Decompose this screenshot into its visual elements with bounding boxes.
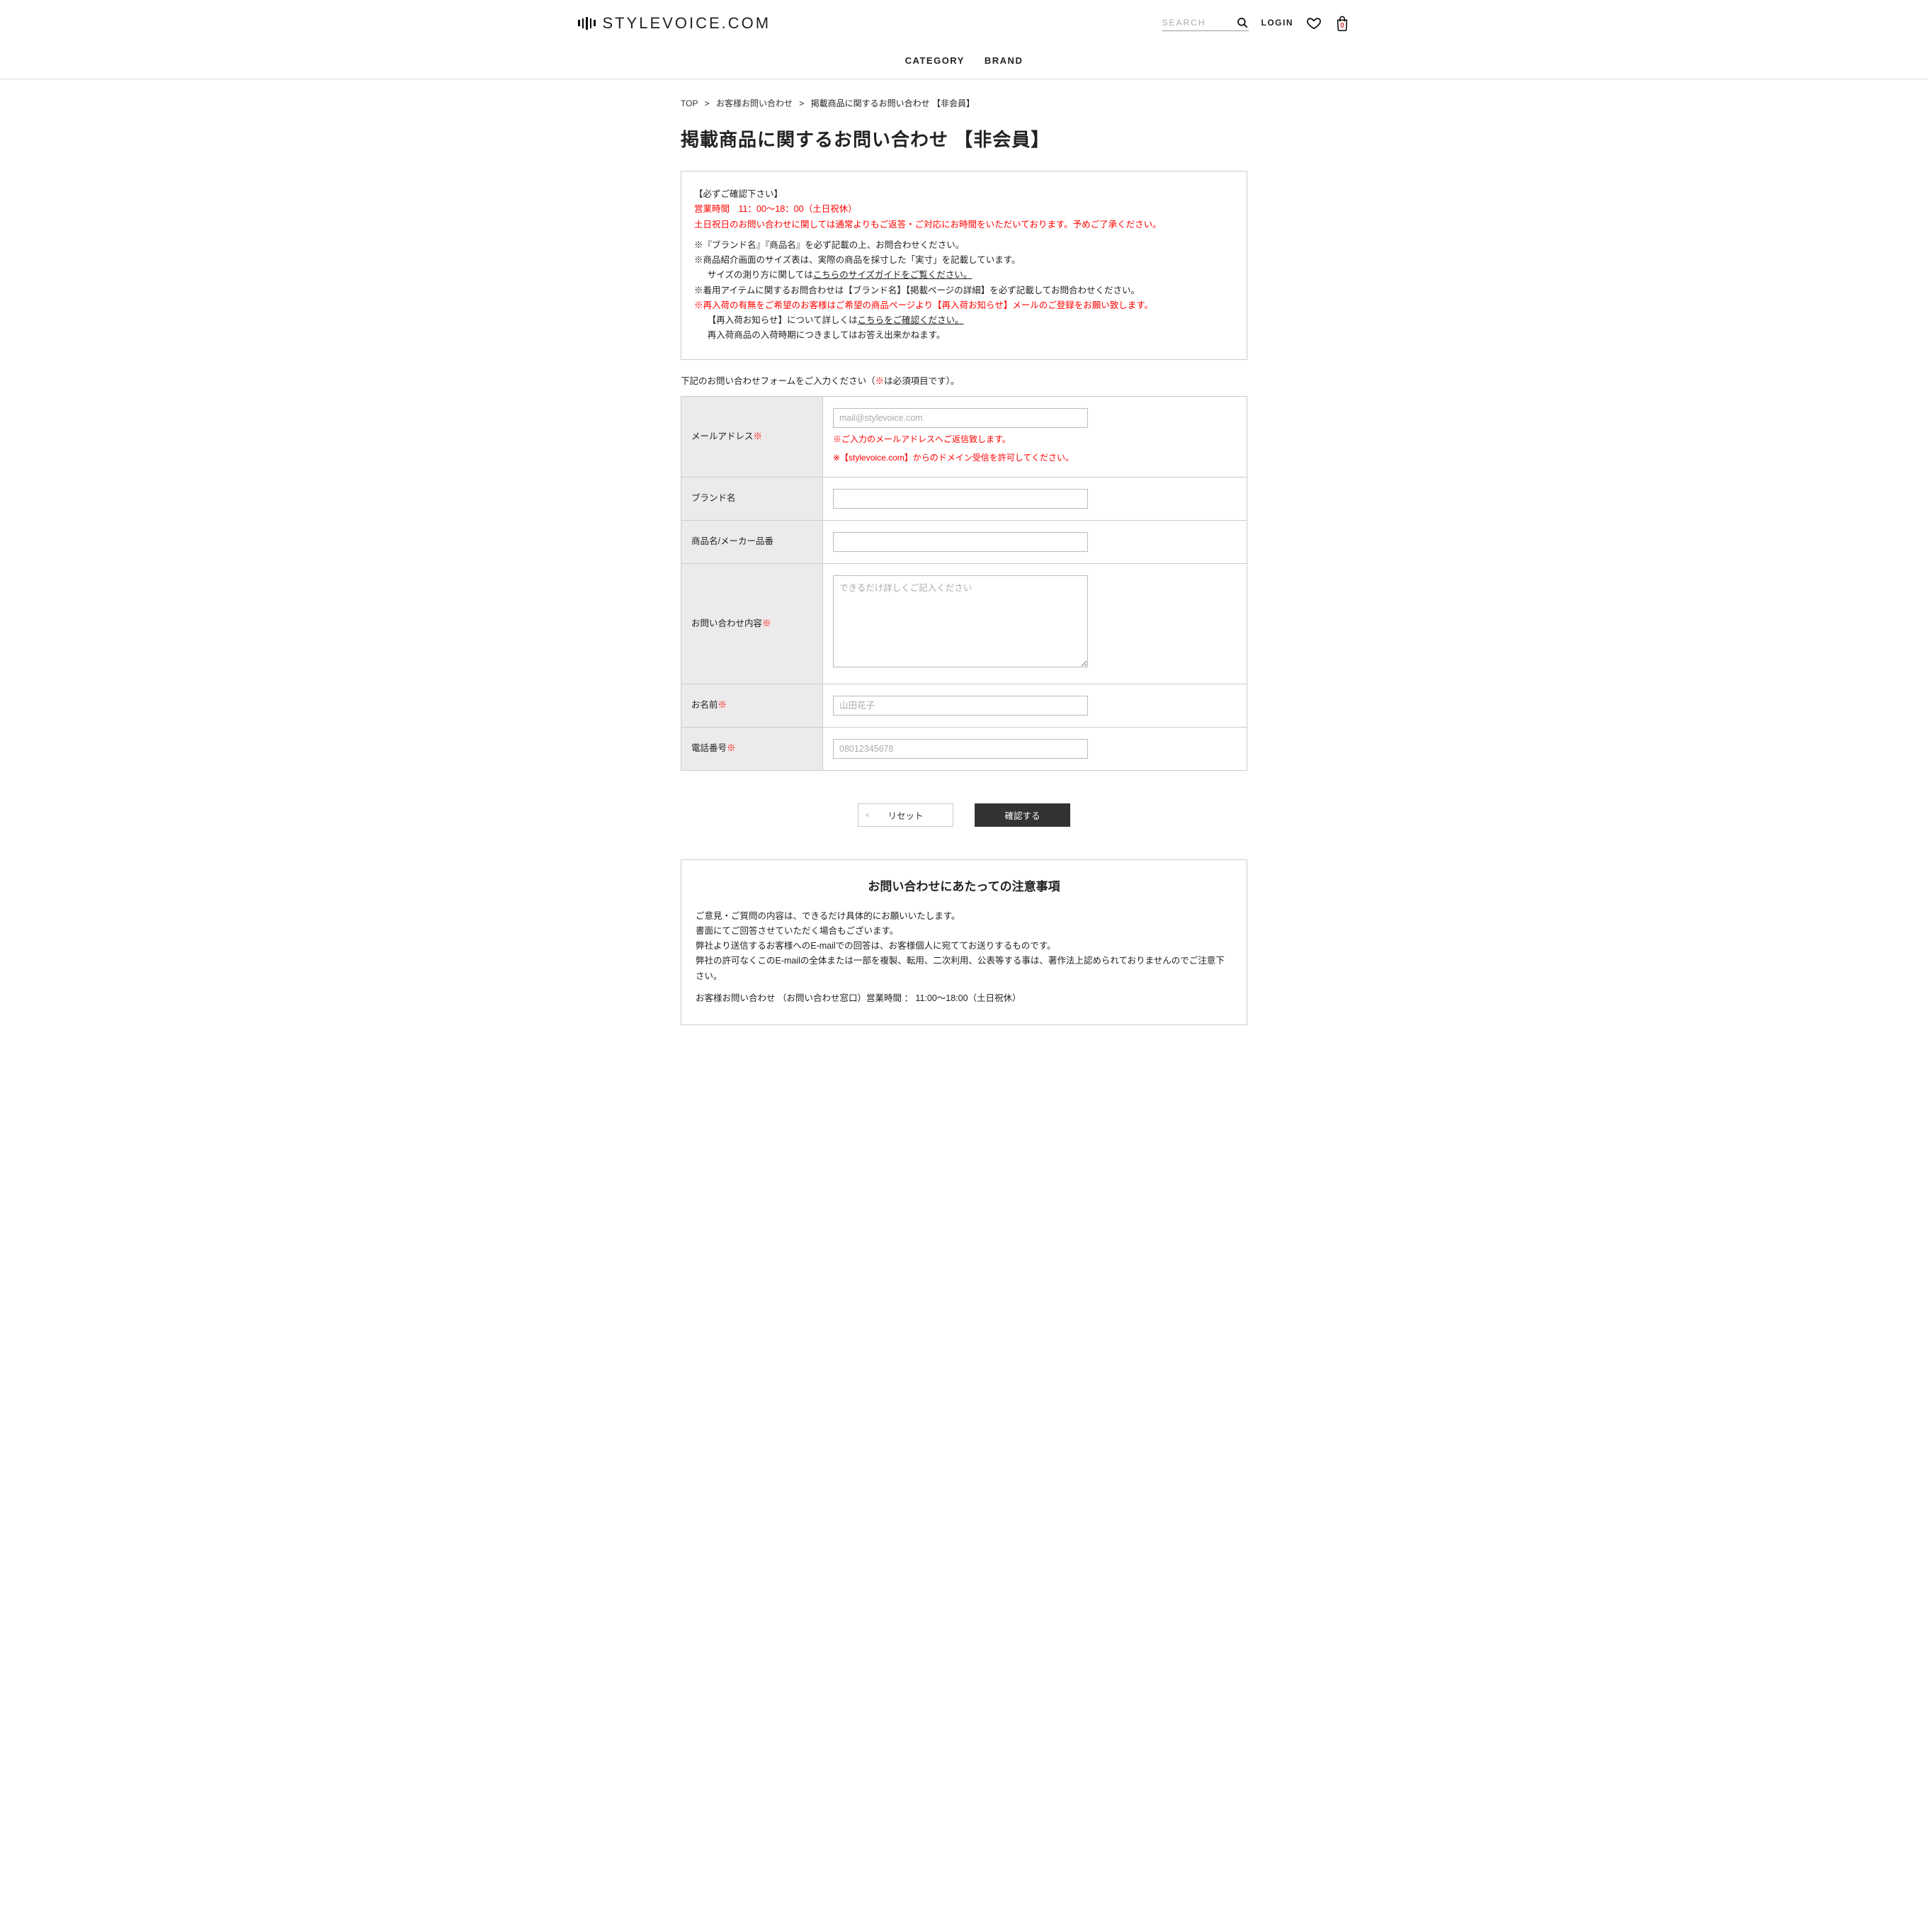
notice-line: ※『ブランド名』『商品名』を必ず記載の上、お問合わせください。: [694, 238, 1234, 253]
notice-restock: ※再入荷の有無をご希望のお客様はご希望の商品ページより【再入荷お知らせ】メールの…: [694, 298, 1234, 313]
label-name: お名前※: [681, 684, 823, 727]
caution-line: ご意見・ご質問の内容は、できるだけ具体的にお願いいたします。: [696, 909, 1232, 924]
cart-icon[interactable]: 0: [1334, 15, 1350, 32]
caution-title: お問い合わせにあたっての注意事項: [696, 877, 1232, 898]
page-title: 掲載商品に関するお問い合わせ 【非会員】: [681, 124, 1247, 155]
caution-hours: お客様お問い合わせ （お問い合わせ窓口）営業時間 ： 11:00～18:00（土…: [696, 991, 1232, 1006]
wishlist-icon[interactable]: [1306, 16, 1322, 31]
label-product: 商品名/メーカー品番: [681, 520, 823, 563]
notice-heading: 【必ずご確認下さい】: [694, 187, 1234, 202]
label-phone: 電話番号※: [681, 727, 823, 770]
size-guide-link[interactable]: こちらのサイズガイドをご覧ください。: [813, 270, 972, 280]
reset-button[interactable]: «リセット: [858, 803, 953, 827]
search-icon[interactable]: [1236, 16, 1249, 29]
nav-category[interactable]: CATEGORY: [905, 53, 965, 69]
caution-box: お問い合わせにあたっての注意事項 ご意見・ご質問の内容は、できるだけ具体的にお願…: [681, 859, 1247, 1025]
name-field[interactable]: [833, 696, 1088, 716]
crumb-current: 掲載商品に関するお問い合わせ 【非会員】: [811, 98, 975, 108]
label-content: お問い合わせ内容※: [681, 563, 823, 684]
logo-text: STYLEVOICE.COM: [603, 10, 771, 36]
notice-line: サイズの測り方に関してはこちらのサイズガイドをご覧ください。: [694, 268, 1234, 283]
email-field[interactable]: [833, 408, 1088, 428]
notice-box: 【必ずご確認下さい】 営業時間 11：00～18：00（土日祝休） 土日祝日のお…: [681, 171, 1247, 360]
arrow-left-icon: «: [866, 811, 870, 819]
notice-hours: 営業時間 11：00～18：00（土日祝休）: [694, 202, 1234, 217]
label-email: メールアドレス※: [681, 396, 823, 477]
submit-button[interactable]: 確認する: [975, 803, 1070, 827]
logo-icon: [578, 17, 596, 30]
notice-line: 【再入荷お知らせ】について詳しくはこちらをご確認ください。: [694, 313, 1234, 328]
caution-line: 弊社より送信するお客様へのE-mailでの回答は、お客様個人に宛ててお送りするも…: [696, 939, 1232, 954]
logo[interactable]: STYLEVOICE.COM: [578, 10, 771, 36]
email-hint2: ※【stylevoice.com】からのドメイン受信を許可してください。: [833, 451, 1237, 465]
content-field[interactable]: [833, 575, 1088, 667]
notice-line: ※着用アイテムに関するお問合わせは【ブランド名】【掲載ページの詳細】を必ず記載し…: [694, 283, 1234, 298]
search-input[interactable]: [1162, 16, 1233, 29]
caution-line: 書面にてご回答させていただく場合もございます。: [696, 924, 1232, 939]
caution-line: 弊社の許可なくこのE-mailの全体または一部を複製、転用、二次利用、公表等する…: [696, 954, 1232, 984]
breadcrumb: TOP > お客様お問い合わせ > 掲載商品に関するお問い合わせ 【非会員】: [681, 92, 1247, 115]
nav-brand[interactable]: BRAND: [985, 53, 1023, 69]
notice-line: 再入荷商品の入荷時期につきましてはお答え出来かねます。: [694, 328, 1234, 343]
product-field[interactable]: [833, 532, 1088, 552]
restock-info-link[interactable]: こちらをご確認ください。: [858, 315, 964, 325]
crumb-contact[interactable]: お客様お問い合わせ: [716, 98, 793, 108]
notice-line: ※商品紹介画面のサイズ表は、実際の商品を採寸した「実寸」を記載しています。: [694, 253, 1234, 268]
search-box[interactable]: [1162, 15, 1249, 31]
brand-field[interactable]: [833, 489, 1088, 509]
cart-count: 0: [1334, 20, 1350, 32]
label-brand: ブランド名: [681, 477, 823, 520]
inquiry-form: メールアドレス※ ※ご入力のメールアドレスへご返信致します。 ※【stylevo…: [681, 396, 1247, 771]
email-hint: ※ご入力のメールアドレスへご返信致します。: [833, 432, 1237, 446]
form-lead: 下記のお問い合わせフォームをご入力ください（※は必須項目です）。: [681, 374, 1247, 389]
crumb-top[interactable]: TOP: [681, 98, 698, 108]
notice-holiday: 土日祝日のお問い合わせに関しては通常よりもご返答・ご対応にお時間をいただいており…: [694, 218, 1234, 232]
phone-field[interactable]: [833, 739, 1088, 759]
login-link[interactable]: LOGIN: [1261, 16, 1294, 30]
